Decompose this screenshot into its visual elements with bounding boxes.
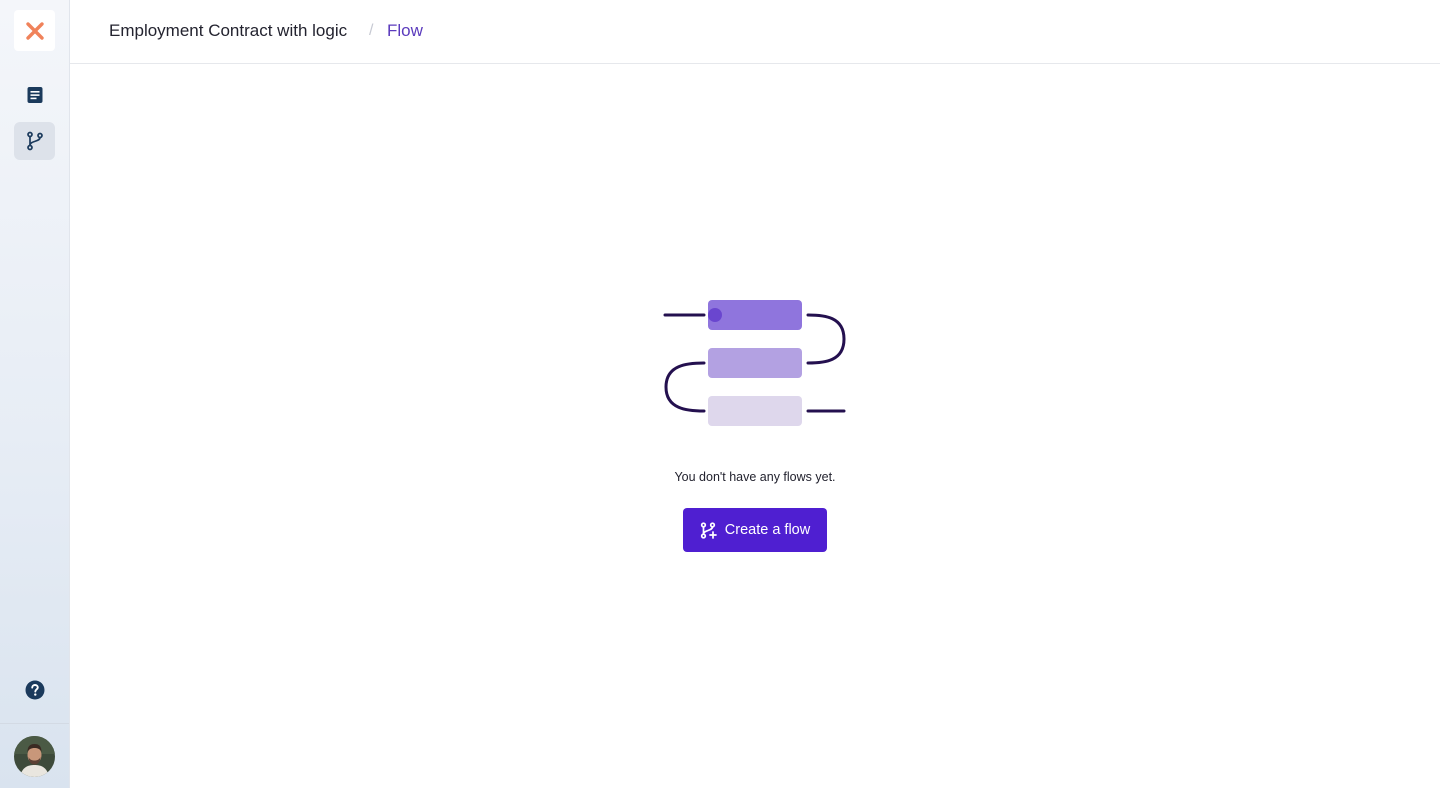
help-button[interactable] [14, 671, 55, 709]
create-flow-label: Create a flow [724, 522, 811, 538]
sidebar-item-document[interactable] [14, 76, 55, 114]
breadcrumb-separator: / [369, 22, 374, 39]
empty-flow-illustration [663, 300, 846, 426]
empty-state-message: You don't have any flows yet. [674, 470, 836, 484]
breadcrumb-current: Flow [387, 21, 423, 40]
sidebar-item-flow[interactable] [14, 122, 55, 160]
app-logo[interactable] [14, 10, 55, 51]
top-bar: Employment Contract with logic / Flow [70, 0, 1440, 64]
user-avatar[interactable] [14, 736, 55, 777]
branch-plus-icon [700, 521, 717, 539]
create-flow-button[interactable]: Create a flow [683, 508, 827, 552]
avatar-icon [14, 736, 55, 777]
sidebar-divider [0, 723, 69, 724]
question-circle-icon [25, 680, 44, 700]
breadcrumb-document[interactable]: Employment Contract with logic [109, 21, 347, 41]
document-icon [27, 87, 42, 103]
x-logo-icon [25, 21, 44, 40]
branch-icon [26, 131, 43, 151]
sidebar [0, 0, 70, 788]
